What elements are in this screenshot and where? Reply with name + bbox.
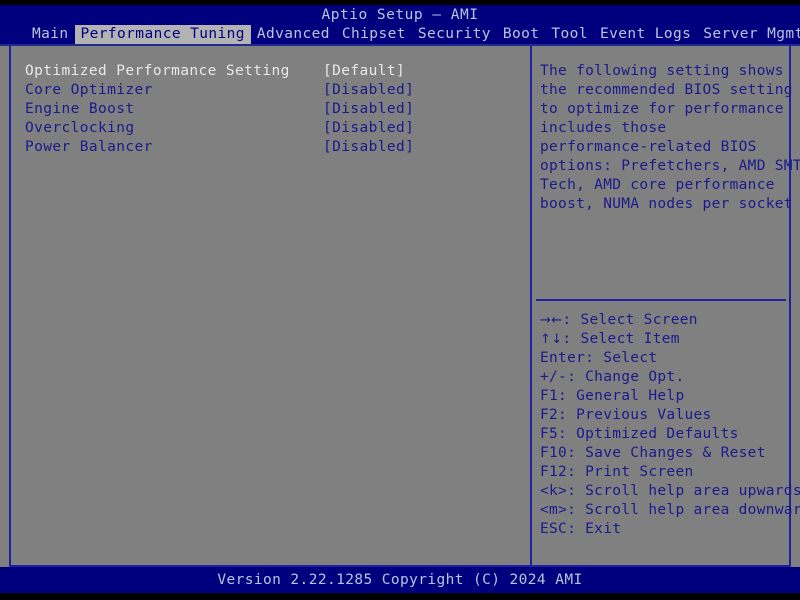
setting-value[interactable]: [Default] [323,62,405,81]
key-legend-text: : Select Item [562,331,679,347]
setting-row[interactable]: Overclocking [Disabled] [11,119,530,138]
menu-tab-chipset[interactable]: Chipset [336,25,412,44]
page-title: Aptio Setup – AMI [0,5,800,25]
key-legend-line: →←: Select Screen [540,311,788,330]
menu-tab-server-mgmt[interactable]: Server Mgmt [697,25,800,44]
help-separator [536,299,786,301]
menu-tab-tool[interactable]: Tool [545,25,594,44]
help-line: Tech, AMD core performance [540,176,788,195]
menu-bar: MainPerformance TuningAdvancedChipsetSec… [0,25,800,44]
setting-value[interactable]: [Disabled] [323,119,414,138]
help-line: boost, NUMA nodes per socket [540,195,788,214]
key-legend-line: F1: General Help [540,387,788,406]
key-legend-line: F2: Previous Values [540,406,788,425]
help-line: performance-related BIOS [540,138,788,157]
menu-tab-boot[interactable]: Boot [497,25,546,44]
arrow-keys-icon: →← [540,313,562,328]
key-legend-line: <m>: Scroll help area downwards [540,501,788,520]
help-line: The following setting shows [540,62,788,81]
key-legend-line: <k>: Scroll help area upwards [540,482,788,501]
bios-setup-screen: Aptio Setup – AMI MainPerformance Tuning… [0,0,800,600]
help-description: The following setting showsthe recommend… [540,62,788,214]
setting-label: Optimized Performance Setting [25,62,290,81]
setting-label: Overclocking [25,119,135,138]
key-legend-line: F5: Optimized Defaults [540,425,788,444]
key-legend-line: F10: Save Changes & Reset [540,444,788,463]
key-legend-line: +/-: Change Opt. [540,368,788,387]
key-legend: →←: Select Screen↑↓: Select ItemEnter: S… [540,311,788,539]
key-legend-line: F12: Print Screen [540,463,788,482]
key-legend-line: ESC: Exit [540,520,788,539]
key-legend-line: Enter: Select [540,349,788,368]
menu-tab-security[interactable]: Security [412,25,497,44]
setting-row[interactable]: Optimized Performance Setting [Default] [11,62,530,81]
setting-value[interactable]: [Disabled] [323,138,414,157]
key-legend-text: : Select Screen [562,312,697,328]
setting-value[interactable]: [Disabled] [323,100,414,119]
footer-version: Version 2.22.1285 Copyright (C) 2024 AMI [0,567,800,593]
menu-tab-event-logs[interactable]: Event Logs [594,25,697,44]
setting-row[interactable]: Engine Boost [Disabled] [11,100,530,119]
key-legend-line: ↑↓: Select Item [540,330,788,349]
bottom-black-strip [0,593,800,600]
setting-row[interactable]: Power Balancer [Disabled] [11,138,530,157]
help-panel: The following setting showsthe recommend… [532,46,789,567]
setting-label: Core Optimizer [25,81,153,100]
arrow-keys-icon: ↑↓ [540,332,562,347]
setting-label: Engine Boost [25,100,135,119]
menu-left-pad [0,25,26,44]
setting-label: Power Balancer [25,138,153,157]
setting-row[interactable]: Core Optimizer [Disabled] [11,81,530,100]
help-line: includes those [540,119,788,138]
setting-value[interactable]: [Disabled] [323,81,414,100]
menu-tab-advanced[interactable]: Advanced [251,25,336,44]
menu-tab-main[interactable]: Main [26,25,75,44]
menu-tab-performance-tuning[interactable]: Performance Tuning [75,25,251,44]
help-line: the recommended BIOS setting [540,81,788,100]
help-line: options: Prefetchers, AMD SMT [540,157,788,176]
settings-list: Optimized Performance Setting[Default]Co… [11,46,530,567]
help-line: to optimize for performance [540,100,788,119]
